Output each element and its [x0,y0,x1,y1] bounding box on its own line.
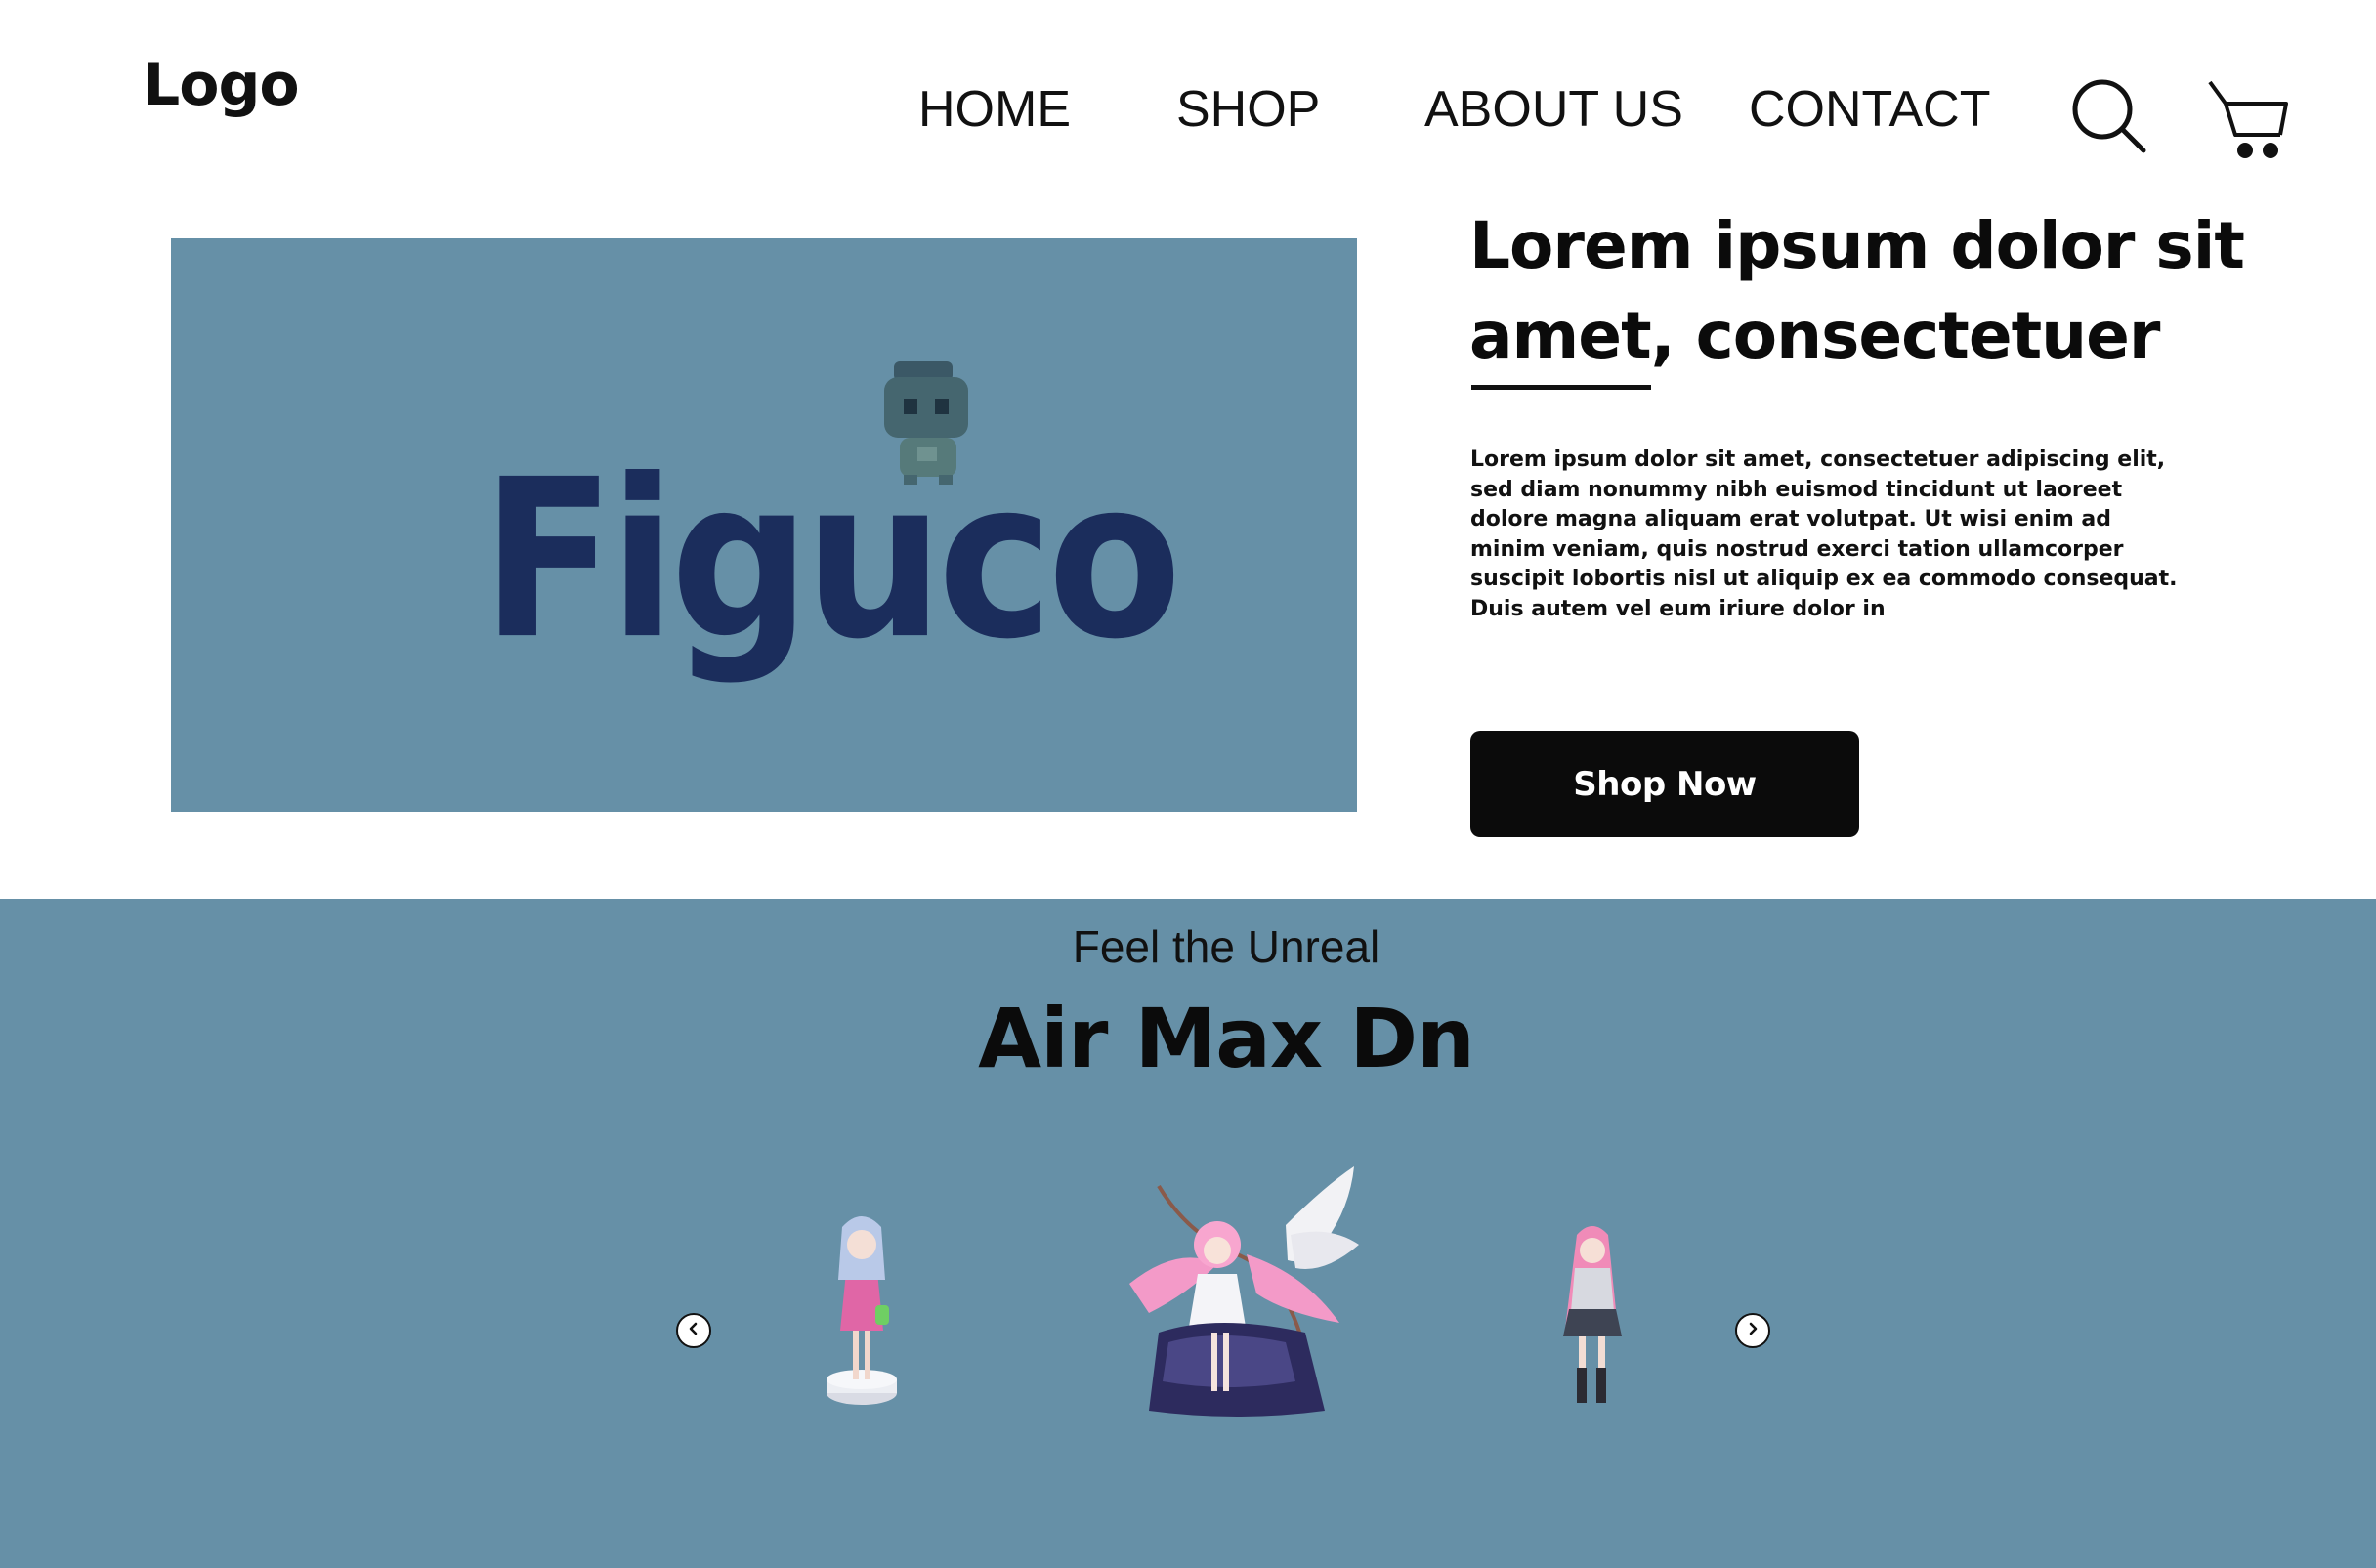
carousel-prev-button[interactable] [676,1313,711,1348]
carousel-next-button[interactable] [1735,1313,1770,1348]
brand-wordmark: Figuco [482,432,1182,688]
nav-shop[interactable]: SHOP [1176,80,1320,139]
promo-kicker: Feel the Unreal [1072,921,1380,972]
title-divider [1471,385,1651,390]
chevron-left-icon [686,1321,701,1341]
hero-description: Lorem ipsum dolor sit amet, consectetuer… [1470,447,2178,621]
product-figure-3[interactable] [1548,1221,1635,1412]
nav-contact[interactable]: CONTACT [1749,80,1990,139]
shop-now-button[interactable]: Shop Now [1470,731,1859,837]
main-nav: HOME SHOP ABOUT US CONTACT [0,80,2376,148]
product-figure-1[interactable] [823,1211,901,1412]
nav-home[interactable]: HOME [918,80,1071,139]
product-figure-2[interactable] [1120,1166,1364,1425]
cart-icon[interactable] [2206,78,2290,167]
promo-section: Feel the Unreal Air Max Dn [0,899,2376,1568]
hero-title: Lorem ipsum dolor sit amet, consectetuer [1469,208,2245,373]
nav-about-us[interactable]: ABOUT US [1424,80,1683,139]
promo-title: Air Max Dn [978,991,1475,1086]
hero-banner: Figuco [171,238,1357,812]
search-icon[interactable] [2069,76,2147,159]
chevron-right-icon [1745,1321,1761,1341]
